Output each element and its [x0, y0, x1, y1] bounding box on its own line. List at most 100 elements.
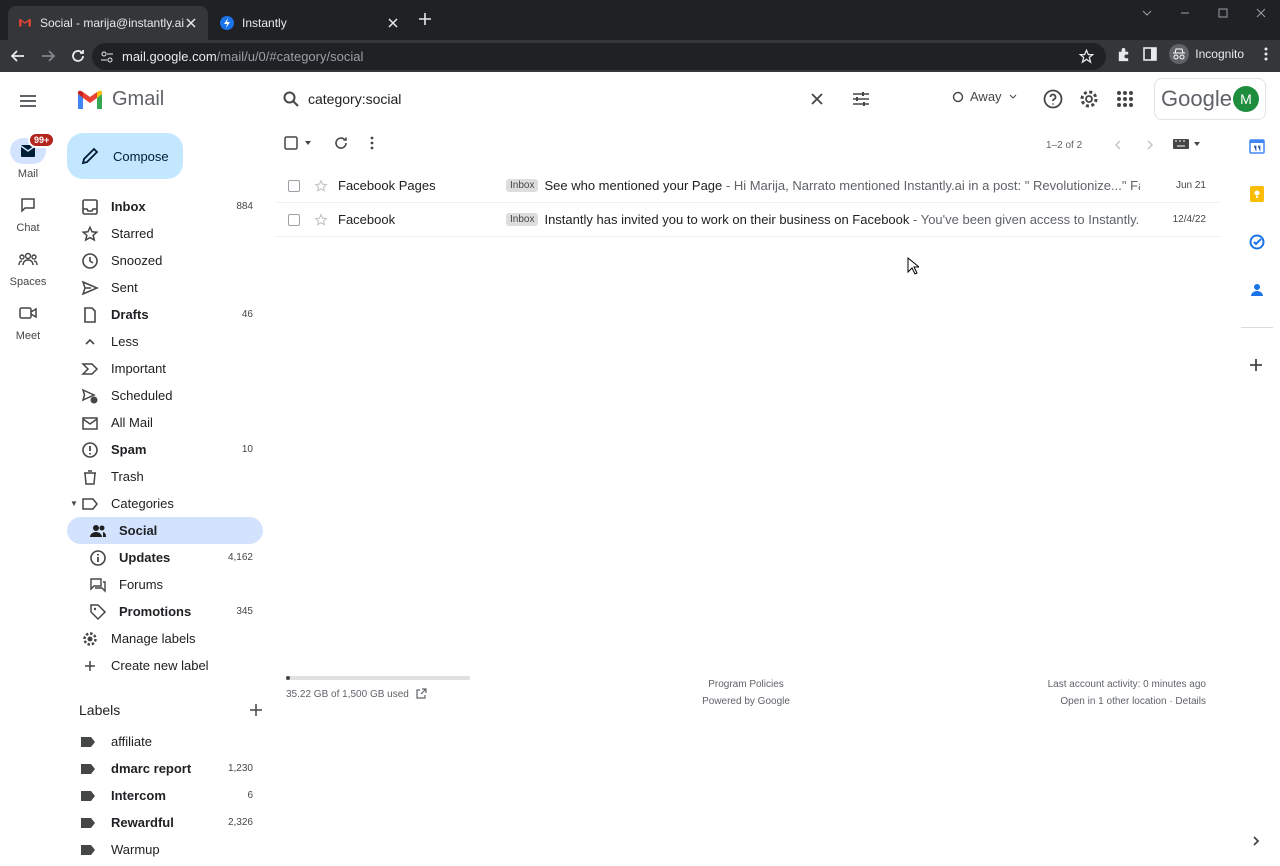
maximize-icon[interactable] — [1204, 0, 1242, 26]
apps-grid-icon[interactable] — [1114, 88, 1136, 110]
contacts-icon[interactable] — [1244, 282, 1270, 330]
select-all-checkbox[interactable] — [284, 136, 312, 150]
incognito-indicator[interactable]: Incognito — [1169, 44, 1252, 64]
compose-label: Compose — [113, 148, 169, 164]
sidebar-item-forums[interactable]: Forums — [67, 571, 263, 598]
refresh-icon[interactable] — [334, 136, 348, 150]
sidebar-item-promotions[interactable]: Promotions 345 — [67, 598, 263, 625]
sidebar-item-important[interactable]: Important — [67, 355, 263, 382]
get-addons-icon[interactable] — [1249, 358, 1263, 372]
sidebar-item-sent[interactable]: Sent — [67, 274, 263, 301]
calendar-icon[interactable] — [1244, 138, 1270, 186]
search-options-icon[interactable] — [852, 91, 870, 107]
avatar[interactable]: M — [1233, 86, 1259, 112]
row-checkbox[interactable] — [288, 213, 300, 226]
sidebar-item-categories[interactable]: ▼ Categories — [67, 490, 263, 517]
side-panel-icon[interactable] — [1143, 47, 1158, 61]
sidebar-item-trash[interactable]: Trash — [67, 463, 263, 490]
next-page-icon[interactable] — [1143, 138, 1157, 152]
plus-icon — [81, 657, 99, 675]
browser-menu-icon[interactable] — [1264, 47, 1268, 61]
tab-search-icon[interactable] — [1128, 0, 1166, 26]
status-selector[interactable]: Away — [952, 89, 1018, 104]
site-info-icon[interactable] — [100, 50, 114, 64]
email-row[interactable]: Facebook Inbox Instantly has invited you… — [276, 203, 1220, 237]
gmail-logo[interactable]: Gmail — [76, 88, 164, 111]
rail-mail[interactable]: 99+ Mail — [0, 132, 56, 192]
caret-down-icon[interactable]: ▼ — [70, 499, 78, 508]
rail-meet[interactable]: Meet — [0, 300, 56, 354]
help-icon[interactable] — [1042, 88, 1064, 110]
star-icon[interactable] — [314, 212, 328, 227]
sidebar-item-spam[interactable]: Spam 10 — [67, 436, 263, 463]
close-window-icon[interactable] — [1242, 0, 1280, 26]
label-item[interactable]: Rewardful 2,326 — [67, 809, 263, 836]
rail-label: Chat — [16, 222, 40, 234]
inbox-chip: Inbox — [506, 179, 539, 192]
sidebar-item-drafts[interactable]: Drafts 46 — [67, 301, 263, 328]
google-account-button[interactable]: Google M — [1154, 78, 1266, 120]
more-options-icon[interactable] — [370, 136, 374, 150]
caret-down-icon — [1194, 142, 1200, 146]
back-icon[interactable] — [6, 44, 30, 68]
forum-icon — [89, 576, 107, 594]
forward-icon[interactable] — [36, 44, 60, 68]
tasks-icon[interactable] — [1244, 234, 1270, 282]
incognito-icon — [1169, 44, 1190, 64]
row-checkbox[interactable] — [288, 179, 300, 192]
add-label-icon[interactable] — [249, 703, 263, 717]
label-item[interactable]: Warmup — [67, 836, 263, 863]
other-location-details-link[interactable]: Open in 1 other location · Details — [1048, 693, 1206, 710]
inbox-chip: Inbox — [506, 213, 539, 226]
pagination-text[interactable]: 1–2 of 2 — [1046, 140, 1082, 151]
star-icon[interactable] — [314, 178, 328, 193]
new-tab-icon[interactable] — [418, 12, 432, 26]
reload-icon[interactable] — [66, 44, 90, 68]
email-date: 12/4/22 — [1172, 214, 1206, 225]
prev-page-icon[interactable] — [1111, 138, 1125, 152]
pencil-icon — [81, 147, 99, 165]
all-mail-icon — [81, 414, 99, 432]
close-tab-icon[interactable] — [386, 16, 400, 30]
clear-search-icon[interactable] — [810, 92, 824, 106]
sidebar-item-scheduled[interactable]: Scheduled — [67, 382, 263, 409]
sidebar-item-snoozed[interactable]: Snoozed — [67, 247, 263, 274]
sidebar-item-less[interactable]: Less — [67, 328, 263, 355]
gear-icon — [81, 630, 99, 648]
scheduled-send-icon — [81, 387, 99, 405]
close-tab-icon[interactable] — [184, 16, 198, 30]
spaces-icon — [18, 252, 38, 266]
bookmark-star-icon[interactable] — [1079, 49, 1094, 64]
chevron-right-icon[interactable] — [1251, 835, 1261, 847]
main-menu-icon[interactable] — [16, 89, 40, 113]
sidebar-item-social[interactable]: Social — [67, 517, 263, 544]
email-row[interactable]: Facebook Pages Inbox See who mentioned y… — [276, 169, 1220, 203]
inbox-icon — [81, 198, 99, 216]
search-input[interactable]: category:social — [308, 91, 810, 107]
extensions-icon[interactable] — [1116, 47, 1131, 62]
tab-gmail[interactable]: Social - marija@instantly.ai - inst — [8, 6, 208, 40]
input-tools-icon[interactable] — [1173, 139, 1201, 149]
email-date: Jun 21 — [1175, 180, 1206, 191]
label-item[interactable]: Intercom 6 — [67, 782, 263, 809]
settings-gear-icon[interactable] — [1078, 88, 1100, 110]
sidebar-item-starred[interactable]: Starred — [67, 220, 263, 247]
browser-toolbar: mail.google.com/mail/u/0/#category/socia… — [0, 40, 1280, 72]
keep-icon[interactable] — [1244, 186, 1270, 234]
minimize-icon[interactable] — [1166, 0, 1204, 26]
label-item[interactable]: dmarc report 1,230 — [67, 755, 263, 782]
search-bar[interactable]: category:social — [272, 82, 878, 116]
sidebar-item-manage-labels[interactable]: Manage labels — [67, 625, 263, 652]
sidebar-item-create-label[interactable]: Create new label — [67, 652, 263, 679]
address-bar[interactable]: mail.google.com/mail/u/0/#category/socia… — [92, 43, 1106, 70]
sidebar-item-inbox[interactable]: Inbox 884 — [67, 193, 263, 220]
compose-button[interactable]: Compose — [67, 133, 183, 179]
important-icon — [81, 360, 99, 378]
label-item[interactable]: affiliate — [67, 728, 263, 755]
sidebar-item-updates[interactable]: Updates 4,162 — [67, 544, 263, 571]
search-icon[interactable] — [282, 90, 300, 108]
tab-instantly[interactable]: Instantly — [210, 6, 410, 40]
rail-spaces[interactable]: Spaces — [0, 246, 56, 300]
sidebar-item-all-mail[interactable]: All Mail — [67, 409, 263, 436]
rail-chat[interactable]: Chat — [0, 192, 56, 246]
